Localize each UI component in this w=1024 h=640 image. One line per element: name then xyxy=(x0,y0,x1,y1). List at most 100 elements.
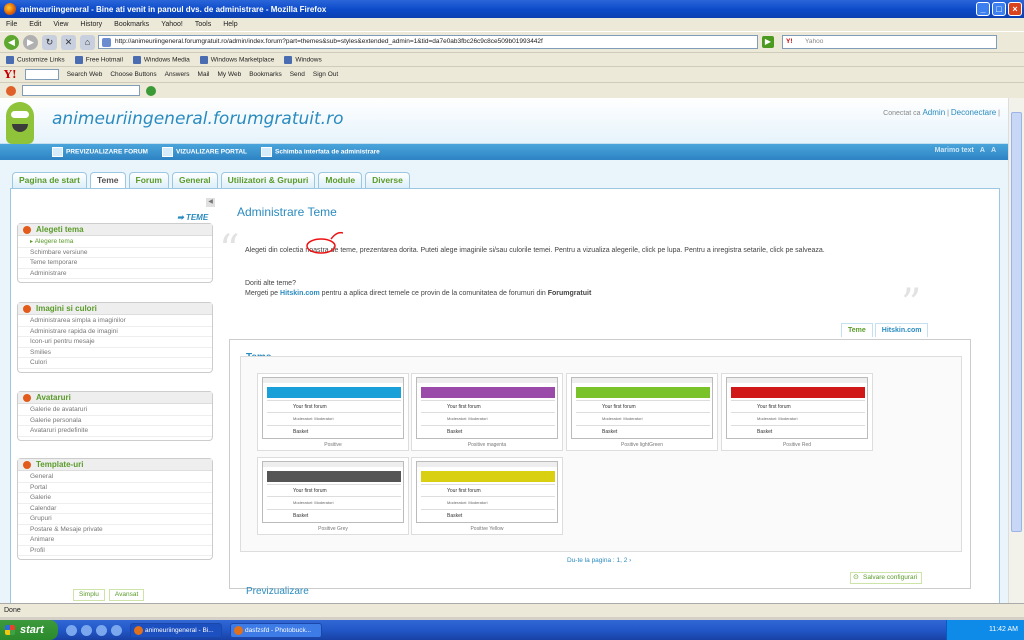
yahoo-mail-button[interactable]: Mail xyxy=(198,71,210,78)
scrollbar-thumb[interactable] xyxy=(1011,112,1022,532)
sidebar-item[interactable]: Galerie personala xyxy=(18,416,212,426)
start-button[interactable]: start xyxy=(0,620,58,640)
bookmark-item[interactable]: Free Hotmail xyxy=(75,56,123,64)
tab-hitskin[interactable]: Hitskin.com xyxy=(874,323,929,337)
sidebar-item[interactable]: Calendar xyxy=(18,504,212,514)
sidebar-item[interactable]: Grupuri xyxy=(18,514,212,525)
taskbar-item-firefox[interactable]: animeuriingeneral - Bi... xyxy=(130,622,222,638)
tab-home[interactable]: Pagina de start xyxy=(12,172,87,188)
go-icon[interactable]: ▶ xyxy=(762,36,774,48)
theme-thumbnail[interactable]: Your first forum Moderatori: Moderatori Ba… xyxy=(721,373,873,451)
theme-thumbnail[interactable]: Your first forum Moderatori: Moderatori Ba… xyxy=(411,457,563,535)
menu-bookmarks[interactable]: Bookmarks xyxy=(114,21,149,28)
menu-view[interactable]: View xyxy=(53,21,68,28)
url-field[interactable]: http://animeuriingeneral.forumgratuit.ro… xyxy=(98,35,758,49)
change-interface-link[interactable]: Schimba interfata de administrare xyxy=(261,147,380,157)
sidebar-item[interactable]: Avataruri predefinite xyxy=(18,426,212,437)
tab-general[interactable]: General xyxy=(171,172,218,188)
yahoo-answers-button[interactable]: Answers xyxy=(165,71,190,78)
site-title[interactable]: animeuriingeneral.forumgratuit.ro xyxy=(52,109,343,129)
save-config-button[interactable]: Salvare configurari xyxy=(850,572,923,584)
sidebar-item[interactable]: Profil xyxy=(18,546,212,556)
theme-preview-image[interactable]: Your first forum Moderatori: Moderatori Ba… xyxy=(416,461,558,523)
theme-thumbnail[interactable]: Your first forum Moderatori: Moderatori Ba… xyxy=(411,373,563,451)
admin-link[interactable]: Admin xyxy=(922,108,945,117)
pagination[interactable]: Du-te la pagina : 1, 2 › xyxy=(567,557,631,564)
minimize-button[interactable]: _ xyxy=(976,2,990,16)
back-arrow-icon[interactable]: ◀ xyxy=(4,34,19,50)
sidebar-item[interactable]: Galerie de avataruri xyxy=(18,405,212,416)
text-smaller-icon[interactable]: A xyxy=(991,147,996,154)
sidebar-item[interactable]: Smilies xyxy=(18,348,212,358)
quicklaunch-icon[interactable] xyxy=(81,624,92,636)
quicklaunch-icon[interactable] xyxy=(111,624,122,636)
sidebar-item[interactable]: Culori xyxy=(18,358,212,369)
menu-tools[interactable]: Tools xyxy=(195,21,211,28)
sidebar-item[interactable]: Animare xyxy=(18,535,212,546)
tab-modules[interactable]: Module xyxy=(318,172,363,188)
sidebar-item[interactable]: General xyxy=(18,472,212,483)
yahoo-signout-button[interactable]: Sign Out xyxy=(313,71,338,78)
sidebar-item-change-version[interactable]: Schimbare versiune xyxy=(18,248,212,258)
sidebar-item-choose-theme[interactable]: Alegere tema xyxy=(18,237,212,248)
menu-help[interactable]: Help xyxy=(223,21,237,28)
advanced-mode-button[interactable]: Avansat xyxy=(108,589,145,601)
theme-thumbnail[interactable]: Your first forum Moderatori: Moderatori Ba… xyxy=(566,373,718,451)
sidebar-item[interactable]: Administrarea simpla a imaginilor xyxy=(18,316,212,327)
menu-edit[interactable]: Edit xyxy=(29,21,41,28)
search-input[interactable]: Yahoo xyxy=(782,35,997,49)
tab-themes[interactable]: Teme xyxy=(89,172,126,188)
theme-preview-image[interactable]: Your first forum Moderatori: Moderatori Ba… xyxy=(262,377,404,439)
yahoo-bookmarks-button[interactable]: Bookmarks xyxy=(249,71,282,78)
sidebar-heading[interactable]: ➡ TEME xyxy=(177,213,208,222)
taskbar-item-photobucket[interactable]: dasfzsfd - Photobuck... xyxy=(230,622,322,638)
home-icon[interactable]: ⌂ xyxy=(80,34,95,50)
addon-go-icon[interactable] xyxy=(146,85,156,96)
theme-preview-image[interactable]: Your first forum Moderatori: Moderatori Ba… xyxy=(726,377,868,439)
menu-file[interactable]: File xyxy=(6,21,17,28)
bookmark-item[interactable]: Windows Media xyxy=(133,56,190,64)
tab-forum[interactable]: Forum xyxy=(128,172,169,188)
yahoo-search-input[interactable] xyxy=(24,69,59,80)
view-portal-link[interactable]: VIZUALIZARE PORTAL xyxy=(162,147,247,157)
forward-arrow-icon[interactable]: ▶ xyxy=(23,34,38,50)
tab-misc[interactable]: Diverse xyxy=(365,172,410,188)
close-button[interactable]: × xyxy=(1008,2,1022,16)
yahoo-send-button[interactable]: Send xyxy=(290,71,305,78)
sidebar-item-administration[interactable]: Administrare xyxy=(18,269,212,279)
yahoo-choose-buttons[interactable]: Choose Buttons xyxy=(110,71,156,78)
quicklaunch-icon[interactable] xyxy=(66,624,77,636)
addon-dropdown[interactable] xyxy=(22,85,140,96)
bookmark-item[interactable]: Windows Marketplace xyxy=(200,56,275,64)
sidebar-item[interactable]: Icon-uri pentru mesaje xyxy=(18,337,212,348)
theme-preview-image[interactable]: Your first forum Moderatori: Moderatori Ba… xyxy=(416,377,558,439)
yahoo-search-web-button[interactable]: Search Web xyxy=(67,71,103,78)
sidebar-item[interactable]: Portal xyxy=(18,483,212,493)
addon-icon[interactable] xyxy=(6,85,16,96)
menu-yahoo[interactable]: Yahoo! xyxy=(161,21,183,28)
theme-thumbnail[interactable]: Your first forum Moderatori: Moderatori Ba… xyxy=(257,457,409,535)
page-scrollbar[interactable] xyxy=(1008,98,1024,603)
yahoo-logo[interactable]: Y! xyxy=(4,68,17,81)
bookmark-item[interactable]: Customize Links xyxy=(6,56,65,64)
reload-icon[interactable]: ↻ xyxy=(42,34,57,50)
text-larger-icon[interactable]: A xyxy=(980,147,985,154)
theme-thumbnail[interactable]: Your first forum Moderatori: Moderatori Ba… xyxy=(257,373,409,451)
menu-history[interactable]: History xyxy=(80,21,102,28)
tab-users-groups[interactable]: Utilizatori & Grupuri xyxy=(220,172,316,188)
sidebar-item[interactable]: Postare & Mesaje private xyxy=(18,525,212,535)
maximize-button[interactable]: □ xyxy=(992,2,1006,16)
logout-link[interactable]: Deconectare xyxy=(951,108,996,117)
quicklaunch-icon[interactable] xyxy=(96,624,107,636)
stop-icon[interactable]: ✕ xyxy=(61,34,76,50)
simple-mode-button[interactable]: Simplu xyxy=(73,589,105,601)
theme-preview-image[interactable]: Your first forum Moderatori: Moderatori Ba… xyxy=(571,377,713,439)
sidebar-item[interactable]: Galerie xyxy=(18,493,212,504)
theme-preview-image[interactable]: Your first forum Moderatori: Moderatori Ba… xyxy=(262,461,404,523)
sidebar-item-temporary-themes[interactable]: Teme temporare xyxy=(18,258,212,269)
preview-forum-link[interactable]: PREVIZUALIZARE FORUM xyxy=(52,147,148,157)
hitskin-link[interactable]: Hitskin.com xyxy=(280,290,320,297)
collapse-sidebar-icon[interactable]: ◀ xyxy=(206,198,215,207)
bookmark-item[interactable]: Windows xyxy=(284,56,321,64)
sidebar-item[interactable]: Administrare rapida de imagini xyxy=(18,327,212,337)
